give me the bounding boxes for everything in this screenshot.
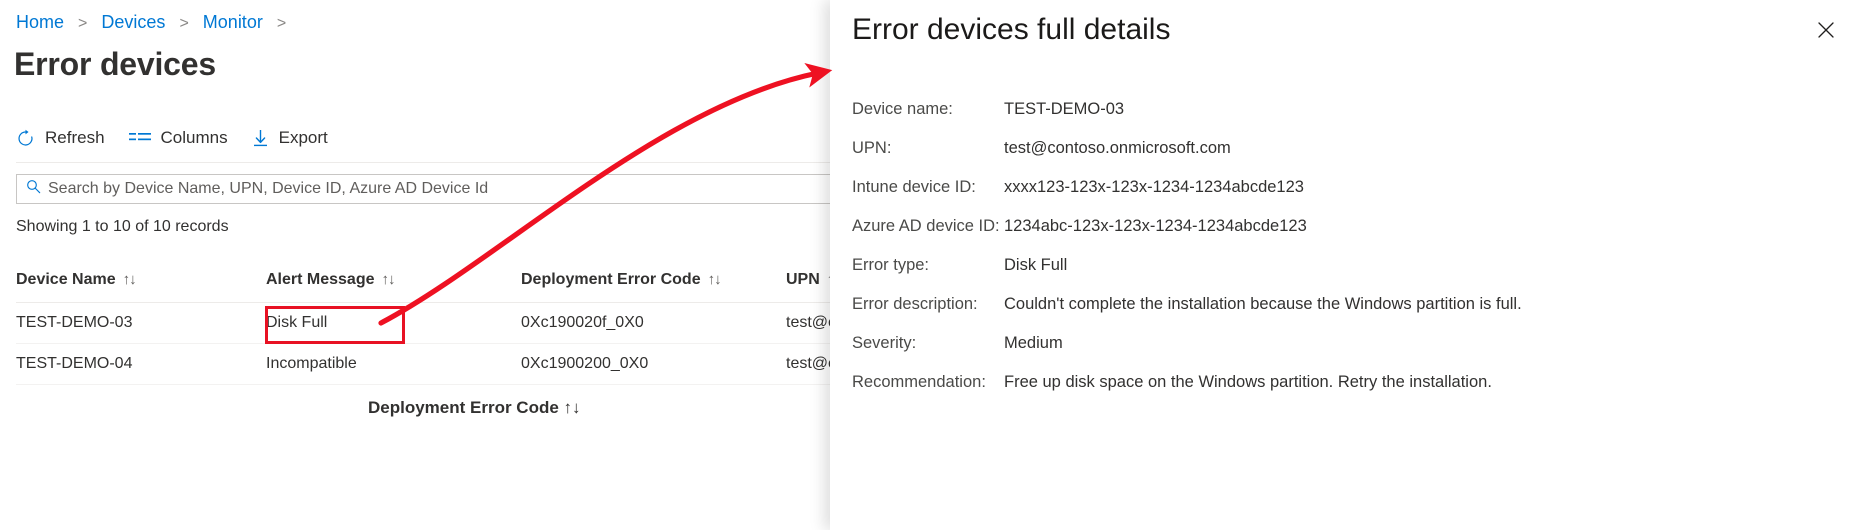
field-label: Intune device ID: [852, 176, 1004, 198]
breadcrumb-separator-icon: > [277, 15, 286, 32]
field-label: Azure AD device ID: [852, 215, 1004, 237]
column-header-deployment-error-code[interactable]: Deployment Error Code ↑↓ [521, 271, 786, 289]
field-azure-ad-device-id: Azure AD device ID: 1234abc-123x-123x-12… [852, 215, 1852, 237]
records-count: Showing 1 to 10 of 10 records [16, 218, 229, 236]
breadcrumb-item-devices[interactable]: Devices [101, 12, 165, 32]
field-label: Error description: [852, 293, 1004, 315]
columns-button[interactable]: Columns [129, 122, 228, 154]
field-value: test@contoso.onmicrosoft.com [1004, 137, 1231, 159]
sort-icon[interactable]: ↑↓ [123, 271, 136, 288]
column-header-alert-message[interactable]: Alert Message ↑↓ [266, 271, 521, 289]
column-header-label: Alert Message [266, 271, 375, 288]
panel-fields: Device name: TEST-DEMO-03 UPN: test@cont… [852, 98, 1852, 410]
export-button[interactable]: Export [252, 122, 328, 154]
refresh-icon [16, 129, 35, 148]
field-label: UPN: [852, 137, 1004, 159]
field-device-name: Device name: TEST-DEMO-03 [852, 98, 1852, 120]
column-header-label: Deployment Error Code [521, 271, 701, 288]
breadcrumb-separator-icon: > [78, 15, 87, 32]
bottom-sort-deployment-error-code[interactable]: Deployment Error Code ↑↓ [368, 398, 581, 418]
field-error-type: Error type: Disk Full [852, 254, 1852, 276]
panel-title: Error devices full details [852, 10, 1170, 50]
field-value: Disk Full [1004, 254, 1067, 276]
field-value: Free up disk space on the Windows partit… [1004, 371, 1492, 393]
cell-alert-message[interactable]: Incompatible [266, 355, 521, 373]
field-severity: Severity: Medium [852, 332, 1852, 354]
columns-icon [129, 131, 151, 146]
column-header-device-name[interactable]: Device Name ↑↓ [16, 271, 266, 289]
search-icon [26, 179, 41, 199]
field-upn: UPN: test@contoso.onmicrosoft.com [852, 137, 1852, 159]
error-devices-details-panel: Error devices full details Device name: … [830, 0, 1868, 530]
sort-icon[interactable]: ↑↓ [708, 271, 721, 288]
export-label: Export [279, 128, 328, 148]
column-header-label: Device Name [16, 271, 116, 288]
cell-deployment-error-code: 0Xc1900200_0X0 [521, 355, 786, 373]
breadcrumb-separator-icon: > [179, 15, 188, 32]
field-value: Medium [1004, 332, 1063, 354]
refresh-label: Refresh [45, 128, 105, 148]
field-value: 1234abc-123x-123x-1234-1234abcde123 [1004, 215, 1307, 237]
sort-icon[interactable]: ↑↓ [382, 271, 395, 288]
command-bar: Refresh Columns Export [16, 122, 352, 154]
field-error-description: Error description: Couldn't complete the… [852, 293, 1852, 315]
column-header-label: UPN [786, 271, 820, 288]
field-value: Couldn't complete the installation becau… [1004, 293, 1522, 315]
cell-deployment-error-code: 0Xc190020f_0X0 [521, 314, 786, 332]
field-value: xxxx123-123x-123x-1234-1234abcde123 [1004, 176, 1304, 198]
field-label: Error type: [852, 254, 1004, 276]
field-intune-device-id: Intune device ID: xxxx123-123x-123x-1234… [852, 176, 1852, 198]
cell-device-name[interactable]: TEST-DEMO-03 [16, 314, 266, 332]
cell-alert-message[interactable]: Disk Full [266, 314, 521, 332]
columns-label: Columns [161, 128, 228, 148]
field-label: Recommendation: [852, 371, 1004, 393]
breadcrumb-item-monitor[interactable]: Monitor [203, 12, 263, 32]
field-label: Severity: [852, 332, 1004, 354]
export-icon [252, 129, 269, 148]
breadcrumb: Home > Devices > Monitor > [16, 10, 295, 36]
page-title: Error devices [14, 44, 216, 84]
field-value: TEST-DEMO-03 [1004, 98, 1124, 120]
cell-device-name[interactable]: TEST-DEMO-04 [16, 355, 266, 373]
breadcrumb-item-home[interactable]: Home [16, 12, 64, 32]
field-recommendation: Recommendation: Free up disk space on th… [852, 371, 1852, 393]
close-icon[interactable] [1810, 14, 1842, 46]
field-label: Device name: [852, 98, 1004, 120]
refresh-button[interactable]: Refresh [16, 122, 105, 154]
